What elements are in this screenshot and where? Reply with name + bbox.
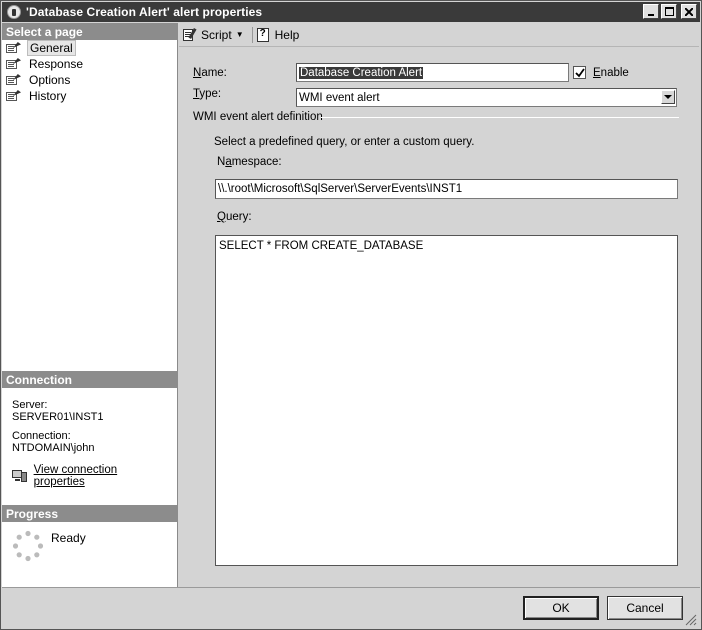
name-value: Database Creation Alert	[299, 66, 424, 79]
page-icon	[6, 74, 22, 86]
view-connection-properties-label: View connection properties	[33, 464, 118, 488]
script-button[interactable]: Script ▼	[183, 27, 244, 42]
connection-label: Connection:	[12, 430, 71, 442]
select-page-header: Select a page	[2, 23, 178, 40]
page-label: History	[29, 89, 67, 103]
script-icon	[183, 27, 197, 42]
page-item-response[interactable]: Response	[2, 56, 178, 72]
chevron-down-icon[interactable]: ▼	[236, 30, 244, 39]
section-divider	[321, 117, 679, 118]
script-label: Script	[201, 27, 232, 42]
chevron-down-icon[interactable]	[661, 90, 675, 104]
help-button[interactable]: Help	[256, 27, 300, 42]
help-label: Help	[274, 27, 300, 42]
toolbar: Script ▼ Help	[179, 23, 699, 47]
page-icon	[6, 42, 22, 54]
window-controls	[643, 4, 697, 19]
sql-alert-icon	[7, 5, 21, 19]
help-icon	[256, 27, 272, 42]
name-field[interactable]: Database Creation Alert	[296, 63, 569, 82]
general-page: Name: Database Creation Alert Enable Typ…	[179, 48, 699, 587]
progress-header: Progress	[2, 505, 178, 522]
enable-label: Enable	[593, 67, 629, 79]
progress-status: Ready	[51, 531, 86, 545]
wmi-section-title: WMI event alert definition	[193, 111, 323, 123]
namespace-value: \\.\root\Microsoft\SqlServer\ServerEvent…	[218, 183, 463, 195]
maximize-button[interactable]	[661, 4, 677, 19]
view-connection-properties-link[interactable]: View connection properties	[12, 464, 168, 488]
maximize-icon	[664, 7, 674, 16]
page-icon	[6, 58, 22, 70]
connection-section: Connection Server: SERVER01\INST1 Connec…	[2, 371, 178, 494]
server-label: Server:	[12, 399, 48, 411]
enable-checkbox[interactable]	[573, 66, 586, 79]
progress-section: Progress Ready	[2, 505, 178, 582]
query-label: Query:	[217, 211, 252, 223]
type-value: WMI event alert	[299, 91, 380, 104]
namespace-field[interactable]: \\.\root\Microsoft\SqlServer\ServerEvent…	[215, 179, 678, 199]
name-label: Name:	[193, 67, 227, 79]
left-panel: Select a page General Response Options H…	[2, 23, 178, 587]
namespace-label: Namespace:	[217, 156, 282, 168]
toolbar-separator	[251, 26, 253, 43]
close-icon	[685, 7, 693, 16]
resize-grip-icon[interactable]	[685, 614, 697, 626]
page-item-options[interactable]: Options	[2, 72, 178, 88]
properties-dialog: 'Database Creation Alert' alert properti…	[0, 0, 702, 630]
page-icon	[6, 90, 22, 102]
name-label-rest: ame:	[201, 67, 227, 79]
type-select[interactable]: WMI event alert	[296, 88, 677, 107]
query-editor[interactable]: SELECT * FROM CREATE_DATABASE	[215, 235, 678, 566]
ok-button[interactable]: OK	[523, 596, 599, 620]
connection-value: NTDOMAIN\john	[12, 442, 95, 454]
title-bar: 'Database Creation Alert' alert properti…	[2, 2, 700, 22]
close-button[interactable]	[681, 4, 697, 19]
cancel-button[interactable]: Cancel	[607, 596, 683, 620]
page-label: Response	[29, 57, 84, 71]
connection-properties-icon	[12, 469, 28, 483]
page-label: General	[27, 40, 76, 56]
page-item-general[interactable]: General	[2, 40, 178, 56]
page-label: Options	[29, 73, 71, 87]
server-value: SERVER01\INST1	[12, 411, 104, 423]
page-item-history[interactable]: History	[2, 88, 178, 104]
instructions-text: Select a predefined query, or enter a cu…	[214, 136, 475, 148]
progress-spinner-icon	[12, 530, 44, 562]
checkmark-icon	[574, 67, 585, 77]
minimize-button[interactable]	[643, 4, 659, 19]
page-list: Select a page General Response Options H…	[2, 23, 178, 104]
minimize-icon	[648, 13, 654, 16]
window-title: 'Database Creation Alert' alert properti…	[26, 5, 263, 19]
button-bar: OK Cancel	[2, 587, 700, 629]
type-label: Type:	[193, 88, 222, 100]
connection-header: Connection	[2, 371, 178, 388]
